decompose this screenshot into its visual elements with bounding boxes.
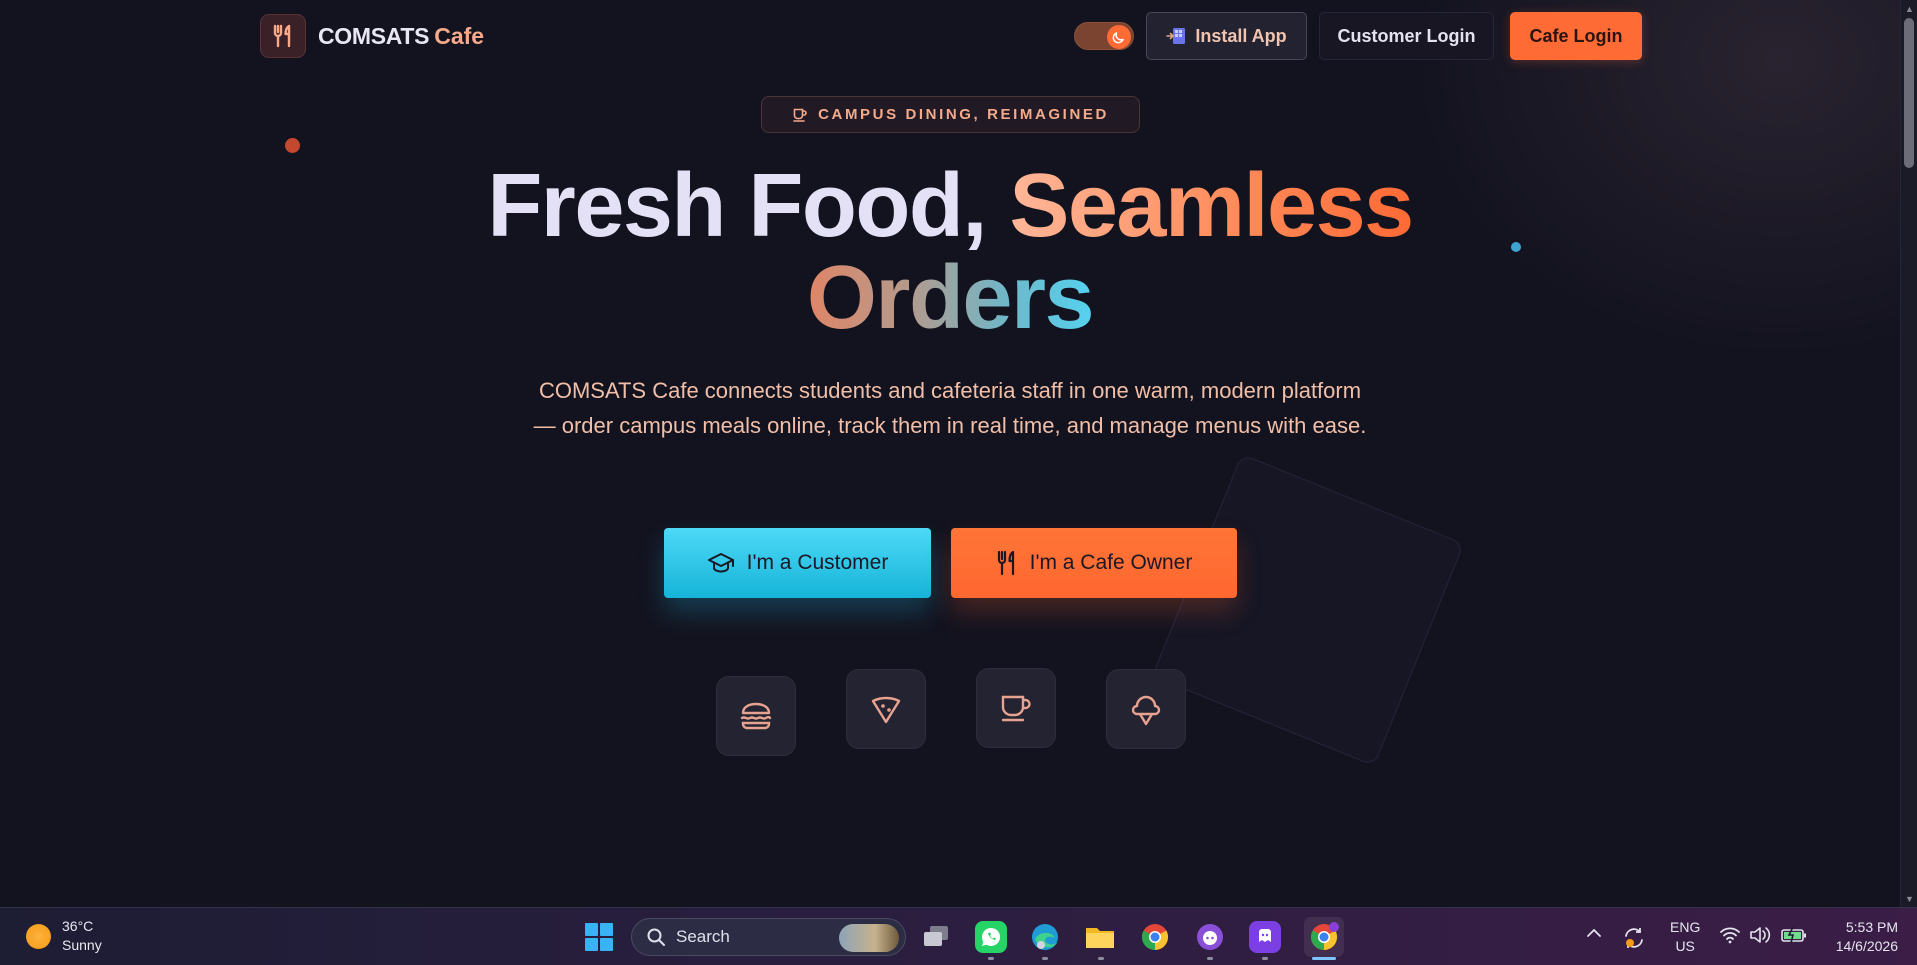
install-app-label: Install App <box>1195 25 1287 46</box>
customer-cta-button[interactable]: I'm a Customer <box>664 528 931 598</box>
file-explorer-icon[interactable] <box>1084 921 1116 953</box>
pizza-icon <box>871 696 901 724</box>
language-indicator[interactable]: ENG US <box>1670 918 1700 956</box>
chrome-icon[interactable] <box>1139 921 1171 953</box>
cafe-login-button[interactable]: Cafe Login <box>1510 12 1642 60</box>
clock-date: 14/6/2026 <box>1835 938 1898 954</box>
github-running-indicator <box>1207 957 1213 960</box>
coffee-icon <box>793 108 807 122</box>
customer-cta-label: I'm a Customer <box>746 551 889 574</box>
github-desktop-icon[interactable] <box>1194 921 1226 953</box>
region-code: US <box>1675 938 1695 954</box>
eyebrow-text: CAMPUS DINING, REIMAGINED <box>818 106 1109 123</box>
coffee-cup-icon <box>1001 695 1031 722</box>
chrome-active-indicator <box>1312 957 1336 960</box>
explorer-running-indicator <box>1098 957 1104 960</box>
system-clock[interactable]: 5:53 PM 14/6/2026 <box>1826 918 1898 956</box>
windows-start-icon[interactable] <box>584 922 614 952</box>
theme-toggle[interactable] <box>1074 22 1134 50</box>
utensils-icon <box>260 14 306 58</box>
volume-icon[interactable] <box>1749 926 1771 949</box>
brand-name: COMSATS <box>318 22 430 49</box>
hero-description: COMSATS Cafe connects students and cafet… <box>533 378 1367 438</box>
tray-overflow-icon[interactable] <box>1586 926 1602 944</box>
pizza-tile <box>846 669 926 749</box>
language-code: ENG <box>1670 919 1701 935</box>
edge-icon[interactable] <box>1029 921 1061 953</box>
cafe-owner-cta-button[interactable]: I'm a Cafe Owner <box>951 528 1237 598</box>
eyebrow-badge: CAMPUS DINING, REIMAGINED <box>761 96 1140 133</box>
purple-app-running-indicator <box>1262 957 1268 960</box>
hero-title-line2: Orders <box>806 248 1095 348</box>
chrome-active-icon[interactable] <box>1304 917 1344 957</box>
edge-running-indicator <box>1042 957 1048 960</box>
coffee-tile <box>976 668 1056 748</box>
page-scrollbar[interactable]: ▲ ▼ <box>1900 0 1917 907</box>
cafe-owner-cta-label: I'm a Cafe Owner <box>1029 551 1193 574</box>
battery-charging-icon[interactable] <box>1781 926 1807 949</box>
utensils-icon <box>997 550 1014 576</box>
browser-viewport: COMSATS Cafe Install App Customer Login C… <box>0 0 1917 907</box>
clock-time: 5:53 PM <box>1845 919 1898 935</box>
install-icon <box>1166 28 1186 44</box>
brand-accent: Cafe <box>434 22 485 49</box>
customer-login-button[interactable]: Customer Login <box>1319 12 1494 60</box>
moon-icon <box>1107 25 1131 49</box>
install-app-button[interactable]: Install App <box>1146 12 1307 60</box>
ice-cream-tile <box>1106 669 1186 749</box>
weather-widget[interactable]: 36°C Sunny <box>26 917 102 955</box>
weather-desc: Sunny <box>62 937 102 953</box>
task-view-icon[interactable] <box>920 921 952 953</box>
sync-icon[interactable] <box>1622 926 1646 955</box>
weather-temp: 36°C <box>62 918 94 934</box>
ice-cream-icon <box>1131 695 1161 726</box>
wifi-icon[interactable] <box>1719 926 1741 949</box>
search-placeholder: Search <box>676 927 730 946</box>
scroll-thumb[interactable] <box>1904 18 1914 168</box>
hero-title: Fresh Food, Seamless Orders <box>0 160 1900 344</box>
hero-title-highlight: Seamless <box>1009 156 1414 256</box>
brand-logo[interactable]: COMSATS Cafe <box>260 14 484 58</box>
whatsapp-running-indicator <box>988 957 994 960</box>
windows-taskbar: 36°C Sunny Search ENG US 5:53 PM 14/6/20… <box>0 907 1917 965</box>
decorative-dot-orange <box>285 138 300 153</box>
burger-tile <box>716 676 796 756</box>
graduation-cap-icon <box>707 553 734 573</box>
search-icon <box>647 928 665 946</box>
taskbar-search[interactable]: Search <box>631 918 906 956</box>
scroll-down-arrow[interactable]: ▼ <box>1901 890 1917 907</box>
decorative-square <box>1151 453 1465 767</box>
scroll-up-arrow[interactable]: ▲ <box>1901 0 1917 17</box>
purple-app-icon[interactable] <box>1249 921 1281 953</box>
search-highlight-image <box>839 924 899 952</box>
sun-icon <box>26 923 51 949</box>
hero-title-line1: Fresh Food, <box>487 156 987 256</box>
burger-icon <box>740 702 772 730</box>
whatsapp-icon[interactable] <box>975 921 1007 953</box>
